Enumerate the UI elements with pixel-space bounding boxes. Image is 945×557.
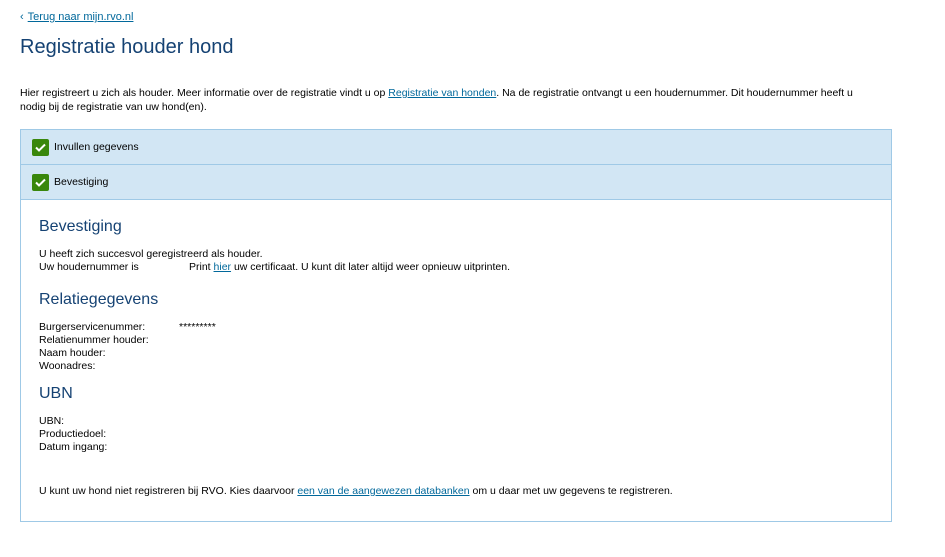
checkmark-icon: [32, 138, 49, 156]
step-label: Invullen gegevens: [54, 141, 139, 153]
print-before: Print: [189, 261, 214, 273]
print-certificate-link[interactable]: hier: [214, 261, 232, 273]
page-title: Registratie houder hond: [20, 36, 234, 58]
field-row: Relatienummer houder:: [39, 334, 216, 347]
step-invullen-gegevens[interactable]: Invullen gegevens: [21, 130, 891, 165]
step-label: Bevestiging: [54, 176, 109, 188]
field-row: Burgerservicenummer: *********: [39, 321, 216, 334]
chevron-left-icon: ‹: [20, 11, 24, 23]
checkmark-icon: [32, 173, 49, 191]
footer-note: U kunt uw hond niet registreren bij RVO.…: [39, 485, 673, 498]
field-label: Productiedoel:: [39, 428, 107, 440]
intro-text-before: Hier registreert u zich als houder. Meer…: [20, 87, 389, 99]
field-row: UBN:: [39, 415, 179, 428]
step-bevestiging[interactable]: Bevestiging: [21, 165, 891, 200]
ubn-details: UBN: Productiedoel: Datum ingang:: [39, 415, 179, 454]
field-row: Woonadres:: [39, 360, 216, 373]
print-after: uw certificaat. U kunt dit later altijd …: [231, 261, 510, 273]
back-link[interactable]: ‹ Terug naar mijn.rvo.nl: [20, 11, 133, 23]
field-row: Naam houder:: [39, 347, 216, 360]
field-label: Burgerservicenummer:: [39, 321, 146, 333]
relation-heading: Relatiegegevens: [39, 291, 159, 308]
registration-wizard: Invullen gegevens Bevestiging Bevestigin…: [20, 129, 892, 522]
databanken-link[interactable]: een van de aangewezen databanken: [297, 485, 469, 497]
success-message: U heeft zich succesvol geregistreerd als…: [39, 248, 263, 260]
field-label: Woonadres:: [39, 360, 96, 372]
houdernummer-label: Uw houdernummer is: [39, 261, 139, 273]
confirmation-heading: Bevestiging: [39, 218, 122, 235]
footer-text-after: om u daar met uw gegevens te registreren…: [469, 485, 673, 497]
field-value: *********: [179, 321, 216, 333]
field-label: Naam houder:: [39, 347, 106, 359]
footer-text-before: U kunt uw hond niet registreren bij RVO.…: [39, 485, 298, 497]
relation-details: Burgerservicenummer: ********* Relatienum…: [39, 321, 216, 373]
registratie-honden-link[interactable]: Registratie van honden: [388, 87, 496, 99]
field-row: Productiedoel:: [39, 428, 179, 441]
field-row: Datum ingang:: [39, 441, 179, 454]
field-label: Relatienummer houder:: [39, 334, 149, 346]
field-label: Datum ingang:: [39, 441, 108, 453]
ubn-heading: UBN: [39, 385, 73, 402]
houdernummer-line: Uw houdernummer is Print hier uw certific…: [39, 261, 510, 274]
intro-text: Hier registreert u zich als houder. Meer…: [20, 86, 880, 114]
field-label: UBN:: [39, 415, 65, 427]
back-link-label[interactable]: Terug naar mijn.rvo.nl: [28, 11, 134, 23]
